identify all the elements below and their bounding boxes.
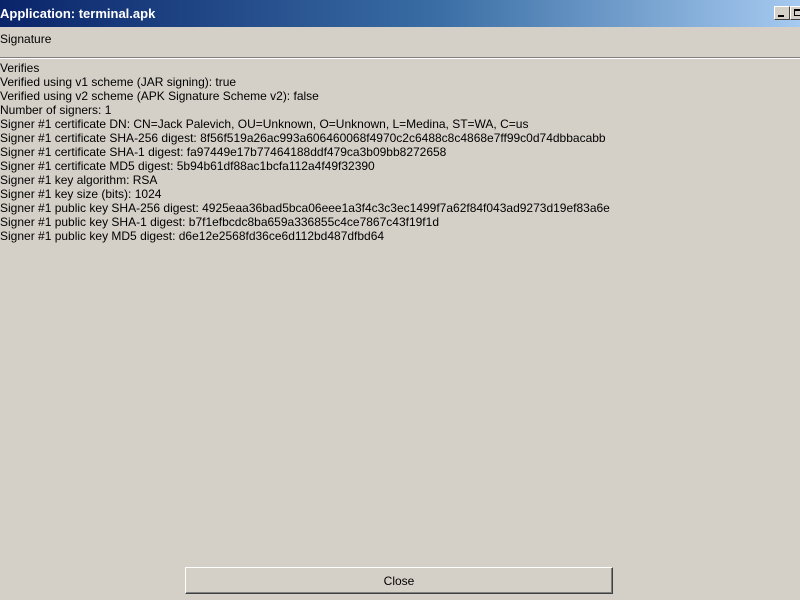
minimize-icon [778,15,784,17]
signature-details-panel: Verifies Verified using v1 scheme (JAR s… [0,60,800,560]
property-list: Verified using v1 scheme (JAR signing): … [0,75,610,243]
property-line: Signer #1 certificate SHA-1 digest: fa97… [0,145,447,159]
property-line: Signer #1 public key MD5 digest: d6e12e2… [0,229,385,243]
window-title: Application: terminal.apk [0,6,156,21]
minimize-button[interactable] [774,6,790,20]
property-line: Signer #1 public key SHA-1 digest: b7f1e… [0,215,439,229]
property-line: Verified using v2 scheme (APK Signature … [0,89,319,103]
maximize-icon [794,9,800,16]
property-line: Signer #1 key size (bits): 1024 [0,187,162,201]
close-button[interactable]: Close [185,567,613,594]
property-line: Number of signers: 1 [0,103,112,117]
property-line: Signer #1 certificate MD5 digest: 5b94b6… [0,159,375,173]
property-line: Verified using v1 scheme (JAR signing): … [0,75,237,89]
title-bar[interactable]: Application: terminal.apk [0,0,800,27]
section-header: Verifies [0,61,40,75]
property-line: Signer #1 certificate DN: CN=Jack Palevi… [0,117,529,131]
property-line: Signer #1 certificate SHA-256 digest: 8f… [0,131,606,145]
tab-strip: Signature [0,27,800,58]
tab-signature[interactable]: Signature [0,31,51,47]
property-line: Signer #1 public key SHA-256 digest: 492… [0,201,610,215]
property-line: Signer #1 key algorithm: RSA [0,173,158,187]
maximize-button[interactable] [790,6,800,20]
